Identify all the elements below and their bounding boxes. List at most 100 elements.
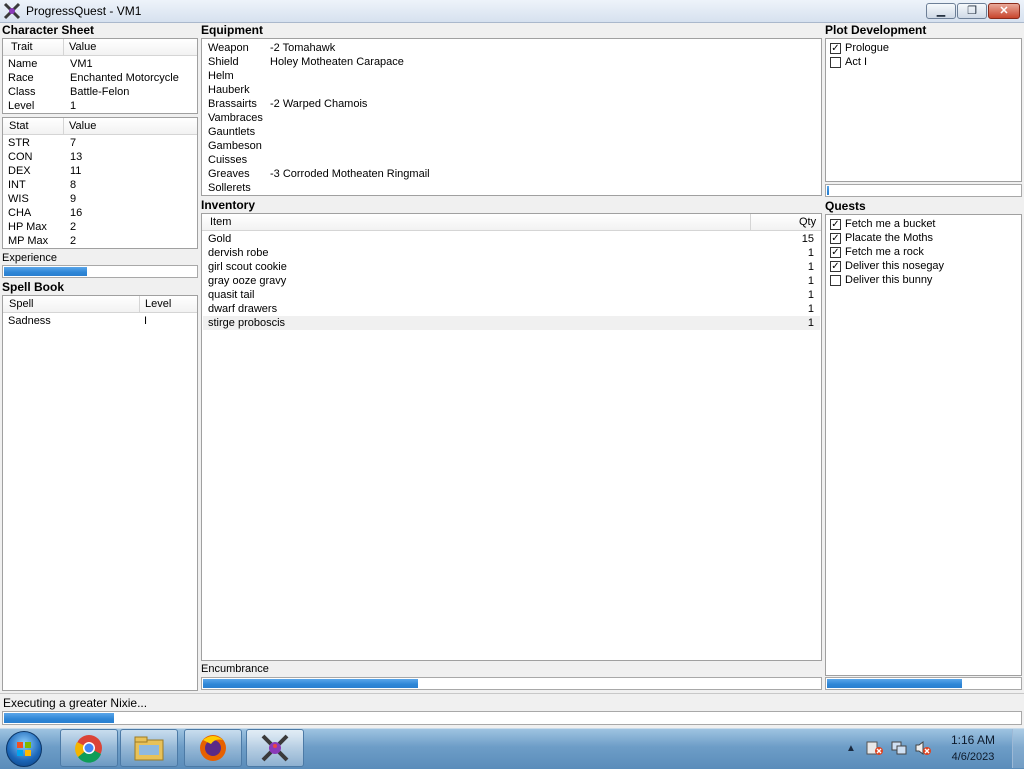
traits-list[interactable]: Trait Value Name VM1 Race Enchanted Motorcy… [2,38,198,114]
inventory-row[interactable]: girl scout cookie 1 [203,260,820,274]
inventory-row[interactable]: stirge proboscis 1 [203,316,820,330]
task-progress-fill [4,713,114,723]
status-divider [0,693,1024,694]
stats-col-stat[interactable]: Stat [9,120,29,132]
taskbar-chrome-button[interactable] [60,729,118,767]
checkbox-checked[interactable]: ✓ [830,43,841,54]
start-button[interactable] [6,731,42,767]
progressquest-app-icon[interactable] [3,2,21,20]
equipment-row-key: Helm [208,70,234,82]
trait-row[interactable]: Name VM1 [4,57,196,71]
equipment-row[interactable]: Weapon -2 Tomahawk [203,41,820,55]
traits-col-trait[interactable]: Trait [11,41,33,53]
equipment-row[interactable]: Greaves -3 Corroded Motheaten Ringmail [203,167,820,181]
status-text: Executing a greater Nixie... [3,696,148,710]
equipment-row[interactable]: Helm [203,69,820,83]
checkbox-checked[interactable]: ✓ [830,247,841,258]
equipment-row-key: Greaves [208,168,250,180]
clock-time[interactable]: 1:16 AM [940,733,1006,747]
equipment-row[interactable]: Cuisses [203,153,820,167]
checkbox-unchecked[interactable] [830,275,841,286]
spell-row[interactable]: Sadness I [4,314,196,328]
spells-col-level[interactable]: Level [145,298,171,310]
equipment-row[interactable]: Brassairts -2 Warped Chamois [203,97,820,111]
plot-act-row[interactable]: ✓ Prologue [827,41,1020,55]
equipment-list[interactable]: Weapon -2 Tomahawk Shield Holey Motheaten C… [201,38,822,196]
quest-list[interactable]: ✓ Fetch me a bucket ✓ Placate the Moths ✓ Fet… [825,214,1022,676]
plot-list[interactable]: ✓ Prologue Act I [825,38,1022,182]
stat-row[interactable]: WIS 9 [4,192,196,206]
show-hidden-icons-button[interactable]: ▲ [846,743,856,754]
checkbox-checked[interactable]: ✓ [830,233,841,244]
spells-col-spell[interactable]: Spell [9,298,33,310]
checkbox-checked[interactable]: ✓ [830,219,841,230]
equipment-row[interactable]: Sollerets [203,181,820,195]
stat-row[interactable]: CON 13 [4,150,196,164]
inventory-row[interactable]: dervish robe 1 [203,246,820,260]
show-desktop-button[interactable] [1012,729,1024,768]
stat-row[interactable]: HP Max 2 [4,220,196,234]
stat-row-key: INT [8,179,26,191]
inventory-row[interactable]: quasit tail 1 [203,288,820,302]
inventory-row-key: Gold [208,233,232,245]
experience-label: Experience [2,252,58,264]
experience-bar-fill [4,267,88,276]
trait-row-key: Race [8,72,34,84]
quest-row[interactable]: ✓ Deliver this nosegay [827,259,1020,273]
volume-muted-icon[interactable] [914,740,932,756]
quest-row-label: Deliver this bunny [845,274,933,286]
inventory-row-key: girl scout cookie [208,261,287,273]
quest-row-label: Deliver this nosegay [845,260,945,272]
spell-list[interactable]: Spell Level Sadness I [2,295,198,691]
plot-act-row[interactable]: Act I [827,55,1020,69]
checkbox-checked[interactable]: ✓ [830,261,841,272]
inventory-col-qty[interactable]: Qty [799,216,816,228]
checkbox-unchecked[interactable] [830,57,841,68]
quest-row[interactable]: ✓ Fetch me a bucket [827,217,1020,231]
network-icon[interactable] [890,740,908,756]
title-bar[interactable] [0,0,1024,23]
inventory-row-key: stirge proboscis [208,317,286,329]
taskbar-progressquest-button[interactable] [246,729,304,767]
stat-row[interactable]: DEX 11 [4,164,196,178]
stats-col-value[interactable]: Value [69,120,96,132]
trait-row[interactable]: Race Enchanted Motorcycle [4,71,196,85]
taskbar-explorer-button[interactable] [120,729,178,767]
trait-row-value: Enchanted Motorcycle [70,72,179,84]
clock-date[interactable]: 4/6/2023 [940,751,1006,763]
stat-row[interactable]: CHA 16 [4,206,196,220]
inventory-row-value: 1 [807,247,814,259]
inventory-row[interactable]: gray ooze gravy 1 [203,274,820,288]
trait-row[interactable]: Level 1 [4,99,196,113]
stat-row[interactable]: MP Max 2 [4,234,196,248]
equipment-row-value: Holey Motheaten Carapace [270,56,404,68]
equipment-row[interactable]: Shield Holey Motheaten Carapace [203,55,820,69]
stat-row-key: STR [8,137,30,149]
quest-row[interactable]: ✓ Placate the Moths [827,231,1020,245]
stat-row[interactable]: INT 8 [4,178,196,192]
stat-row[interactable]: STR 7 [4,136,196,150]
quest-row[interactable]: Deliver this bunny [827,273,1020,287]
trait-row[interactable]: Class Battle-Felon [4,85,196,99]
action-center-icon[interactable] [866,740,884,756]
inventory-row[interactable]: dwarf drawers 1 [203,302,820,316]
close-button[interactable]: ✕ [988,3,1020,19]
quest-row[interactable]: ✓ Fetch me a rock [827,245,1020,259]
stats-list[interactable]: Stat Value STR 7 CON 13 DEX 11 INT 8 WIS 9 CHA 16 HP… [2,117,198,249]
equipment-row[interactable]: Gauntlets [203,125,820,139]
inventory-row-value: 15 [801,233,814,245]
stat-row-value: 2 [70,235,77,247]
inventory-list[interactable]: Item Qty Gold 15 dervish robe 1 girl scout c… [201,213,822,661]
character-sheet-heading: Character Sheet [2,23,95,37]
maximize-button[interactable]: ❐ [957,3,987,19]
traits-col-value[interactable]: Value [69,41,96,53]
minimize-button[interactable]: ▁ [926,3,956,19]
equipment-row[interactable]: Vambraces [203,111,820,125]
quest-row-label: Placate the Moths [845,232,934,244]
inventory-col-item[interactable]: Item [210,216,231,228]
equipment-row[interactable]: Gambeson [203,139,820,153]
encumbrance-label: Encumbrance [201,663,269,675]
equipment-row[interactable]: Hauberk [203,83,820,97]
taskbar-firefox-button[interactable] [184,729,242,767]
inventory-row[interactable]: Gold 15 [203,232,820,246]
